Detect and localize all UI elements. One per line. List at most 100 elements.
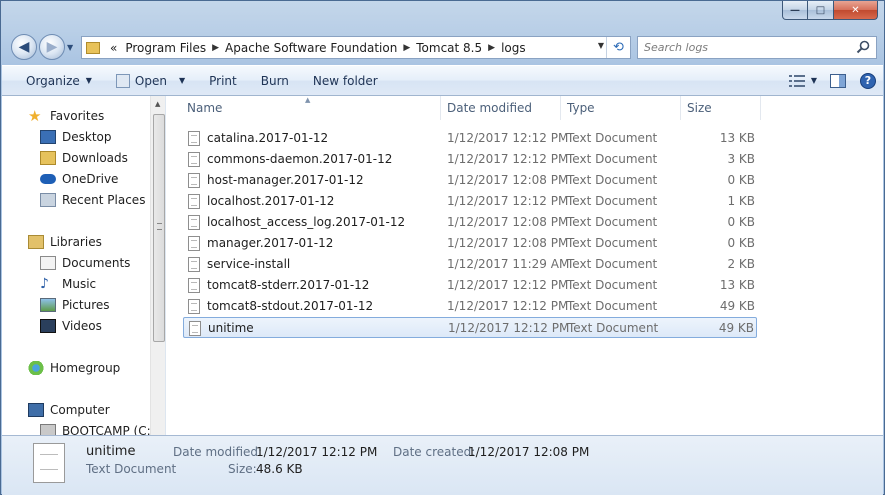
- address-dropdown-icon[interactable]: ▼: [598, 41, 604, 50]
- file-date-modified: 1/12/2017 12:08 PM: [447, 215, 569, 229]
- file-size: 2 KB: [727, 257, 755, 271]
- sidebar-item-label: Desktop: [62, 130, 112, 144]
- breadcrumb-logs[interactable]: logs: [497, 41, 530, 55]
- search-input[interactable]: [644, 41, 844, 54]
- recent-pages-dropdown[interactable]: ▼: [67, 43, 73, 52]
- sidebar-item-favorites[interactable]: ★ Favorites: [28, 106, 104, 126]
- sidebar-item-documents[interactable]: Documents: [40, 253, 130, 273]
- file-size: 0 KB: [727, 173, 755, 187]
- recent-places-icon: [40, 193, 56, 207]
- text-document-icon: [188, 173, 200, 188]
- sidebar-item-label: Favorites: [50, 109, 105, 123]
- sidebar-item-onedrive[interactable]: OneDrive: [40, 169, 118, 189]
- text-document-icon: [188, 215, 200, 230]
- file-row[interactable]: manager.2017-01-12 1/12/2017 12:08 PM Te…: [183, 233, 757, 254]
- file-date-modified: 1/12/2017 12:08 PM: [447, 236, 569, 250]
- file-date-modified: 1/12/2017 12:12 PM: [447, 299, 569, 313]
- file-row[interactable]: host-manager.2017-01-12 1/12/2017 12:08 …: [183, 170, 757, 191]
- file-row[interactable]: tomcat8-stdout.2017-01-12 1/12/2017 12:1…: [183, 296, 757, 317]
- breadcrumb-program-files[interactable]: Program Files: [121, 41, 210, 55]
- navigation-row: ◀ ▶ ▼ « Program Files ▶ Apache Software …: [1, 31, 884, 65]
- chevron-right-icon[interactable]: ▶: [401, 43, 412, 53]
- chevron-right-icon[interactable]: ▶: [210, 43, 221, 53]
- file-row[interactable]: service-install 1/12/2017 11:29 AM Text …: [183, 254, 757, 275]
- file-row[interactable]: tomcat8-stderr.2017-01-12 1/12/2017 12:1…: [183, 275, 757, 296]
- text-document-icon: [188, 152, 200, 167]
- file-row[interactable]: commons-daemon.2017-01-12 1/12/2017 12:1…: [183, 149, 757, 170]
- address-bar[interactable]: « Program Files ▶ Apache Software Founda…: [81, 36, 631, 59]
- scrollbar-thumb[interactable]: [153, 114, 165, 342]
- search-icon[interactable]: [856, 40, 870, 54]
- forward-button[interactable]: ▶: [39, 34, 65, 60]
- file-size: 13 KB: [719, 278, 755, 292]
- sidebar-item-computer[interactable]: Computer: [28, 400, 110, 420]
- file-size: 1 KB: [727, 194, 755, 208]
- sidebar-item-label: Videos: [62, 319, 102, 333]
- column-header-size[interactable]: Size: [681, 96, 761, 120]
- organize-button[interactable]: Organize ▼: [2, 66, 104, 95]
- details-file-type: Text Document: [86, 462, 177, 476]
- file-row[interactable]: catalina.2017-01-12 1/12/2017 12:12 PM T…: [183, 128, 757, 149]
- details-created-label: Date created:: [393, 445, 476, 459]
- cloud-icon: [40, 174, 56, 184]
- details-view-icon: [788, 74, 805, 87]
- file-date-modified: 1/12/2017 12:12 PM: [448, 321, 570, 335]
- sidebar-item-bootcamp[interactable]: BOOTCAMP (C:): [40, 421, 155, 435]
- chevron-right-icon[interactable]: ▶: [486, 43, 497, 53]
- sidebar-item-label: Computer: [50, 403, 110, 417]
- file-type: Text Document: [567, 299, 658, 313]
- close-button[interactable]: ✕: [834, 1, 878, 20]
- sidebar-item-libraries[interactable]: Libraries: [28, 232, 102, 252]
- change-view-button[interactable]: ▼: [783, 66, 823, 95]
- file-row[interactable]: localhost.2017-01-12 1/12/2017 12:12 PM …: [183, 191, 757, 212]
- breadcrumb-apache[interactable]: Apache Software Foundation: [221, 41, 401, 55]
- details-file-name: unitime: [86, 444, 136, 459]
- file-type: Text Document: [567, 278, 658, 292]
- folder-icon: [86, 41, 100, 54]
- column-header-type[interactable]: Type: [561, 96, 681, 120]
- back-button[interactable]: ◀: [11, 34, 37, 60]
- column-header-name[interactable]: Name: [181, 96, 441, 120]
- command-bar: Organize ▼ Open ▼ Print Burn New folder …: [2, 65, 883, 96]
- navigation-scrollbar[interactable]: ▲: [150, 96, 165, 435]
- sidebar-item-pictures[interactable]: Pictures: [40, 295, 110, 315]
- file-row-selected[interactable]: unitime 1/12/2017 12:12 PM Text Document…: [183, 317, 757, 338]
- breadcrumb-tomcat[interactable]: Tomcat 8.5: [412, 41, 486, 55]
- sidebar-item-homegroup[interactable]: Homegroup: [28, 358, 120, 378]
- breadcrumb-overflow[interactable]: «: [106, 41, 121, 55]
- file-type: Text Document: [567, 194, 658, 208]
- burn-button[interactable]: Burn: [249, 66, 301, 95]
- file-row[interactable]: localhost_access_log.2017-01-12 1/12/201…: [183, 212, 757, 233]
- details-size-label: Size:: [228, 462, 257, 476]
- minimize-button[interactable]: —: [782, 1, 808, 20]
- content-area: ★ Favorites Desktop Downloads OneDrive R…: [2, 96, 883, 435]
- sidebar-item-recent-places[interactable]: Recent Places: [40, 190, 145, 210]
- sidebar-item-videos[interactable]: Videos: [40, 316, 102, 336]
- file-date-modified: 1/12/2017 12:12 PM: [447, 278, 569, 292]
- help-button[interactable]: ?: [853, 66, 883, 95]
- open-button[interactable]: Open ▼: [104, 66, 197, 95]
- text-document-icon: [188, 194, 200, 209]
- maximize-button[interactable]: □: [808, 1, 834, 20]
- file-date-modified: 1/12/2017 12:12 PM: [447, 194, 569, 208]
- file-name: manager.2017-01-12: [207, 236, 334, 250]
- file-date-modified: 1/12/2017 12:12 PM: [447, 152, 569, 166]
- column-header-date-modified[interactable]: Date modified: [441, 96, 561, 120]
- sidebar-item-downloads[interactable]: Downloads: [40, 148, 128, 168]
- sidebar-item-music[interactable]: ♪ Music: [40, 274, 96, 294]
- file-date-modified: 1/12/2017 12:08 PM: [447, 173, 569, 187]
- forward-arrow-icon: ▶: [46, 39, 58, 55]
- new-folder-button[interactable]: New folder: [301, 66, 390, 95]
- preview-pane-button[interactable]: [823, 66, 853, 95]
- file-name: unitime: [208, 321, 254, 335]
- print-button[interactable]: Print: [197, 66, 249, 95]
- file-type: Text Document: [567, 236, 658, 250]
- videos-icon: [40, 319, 56, 333]
- star-icon: ★: [28, 107, 42, 125]
- search-box[interactable]: [637, 36, 877, 59]
- refresh-button[interactable]: ⟲: [606, 37, 630, 58]
- file-name: localhost_access_log.2017-01-12: [207, 215, 406, 229]
- chevron-down-icon[interactable]: ▼: [179, 76, 185, 85]
- scroll-up-icon[interactable]: ▲: [155, 100, 160, 108]
- sidebar-item-desktop[interactable]: Desktop: [40, 127, 112, 147]
